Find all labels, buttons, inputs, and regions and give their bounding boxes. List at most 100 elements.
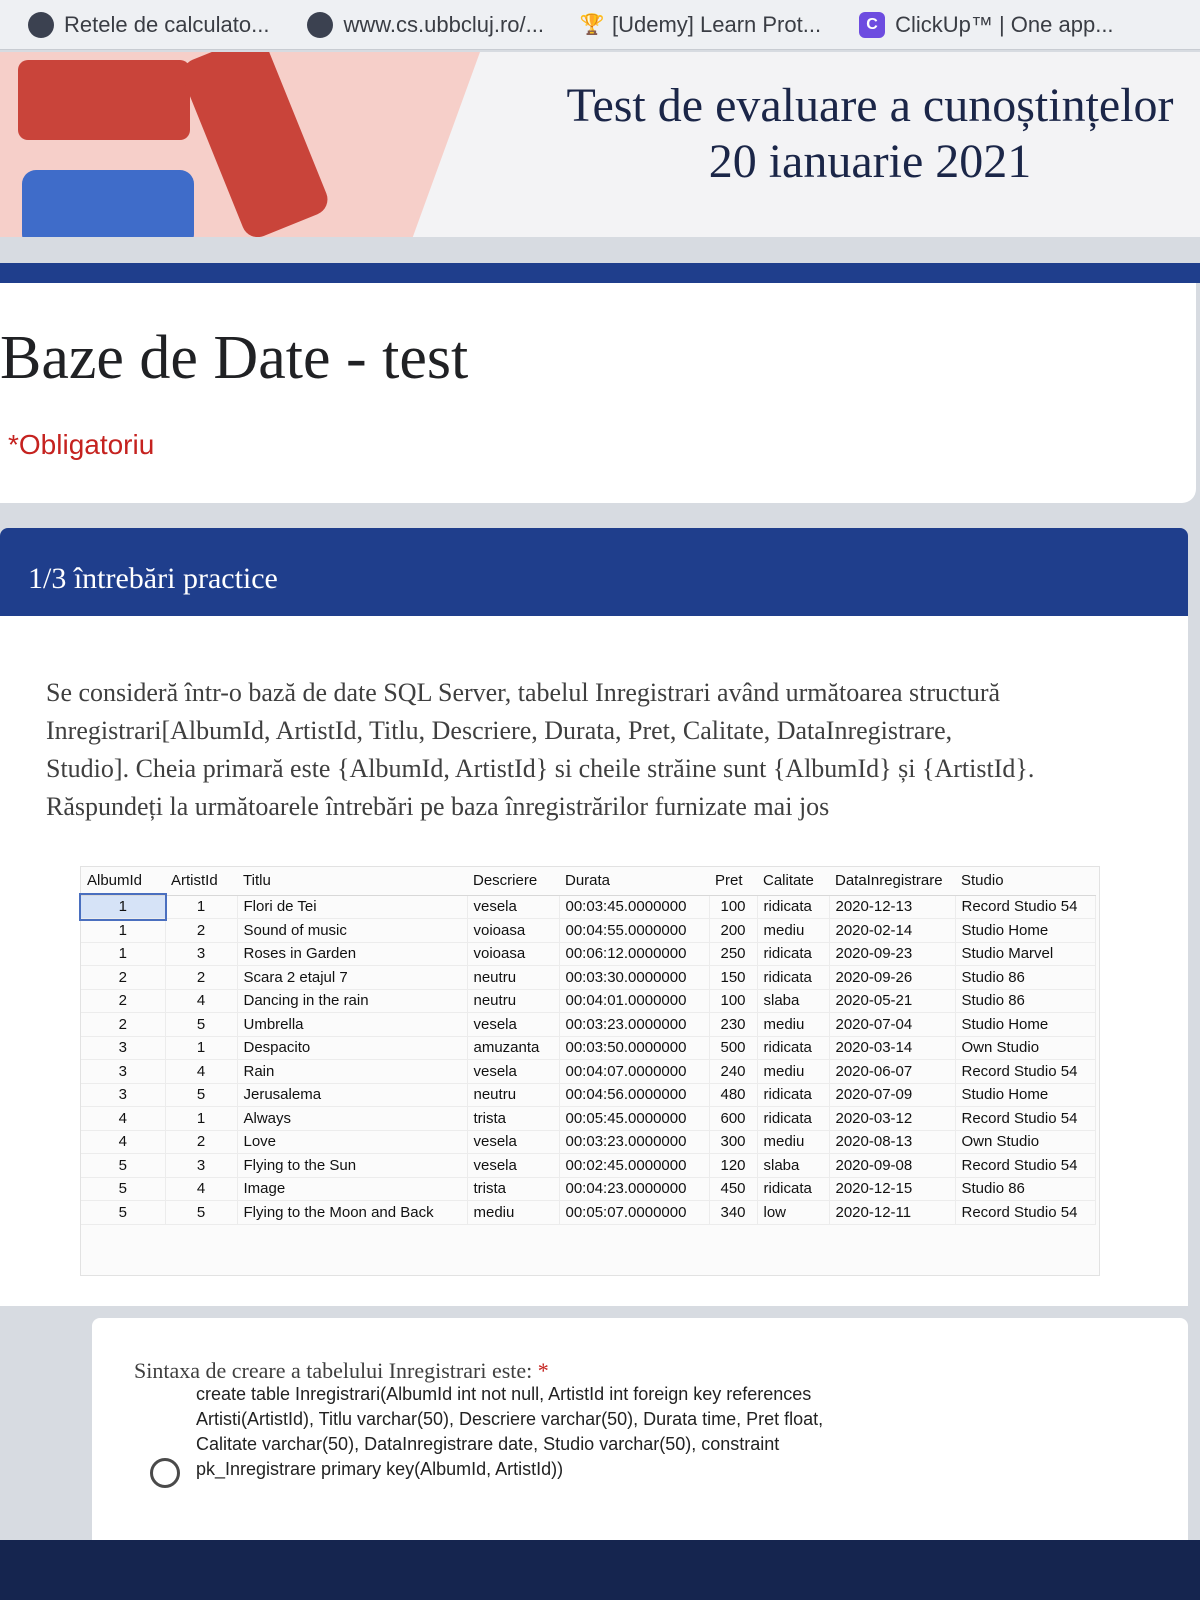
globe-icon: [28, 11, 54, 38]
table-cell-pret: 500: [709, 1036, 758, 1060]
table-header-row: AlbumId ArtistId Titlu Descriere Durata …: [81, 867, 1095, 896]
table-cell-titlu: Scara 2 etajul 7: [237, 965, 468, 990]
table-cell-calitate: ridicata: [757, 942, 830, 966]
table-row: 4 1 Always trista 00:05:45.0000000 600 ridicat…: [81, 1106, 1096, 1131]
table-cell-descriere: voioasa: [467, 942, 560, 966]
table-cell-studio: Studio Home: [955, 1012, 1096, 1037]
option-label[interactable]: create table Inregistrari(AlbumId int no…: [196, 1382, 976, 1482]
table-cell-durata: 00:03:50.0000000: [559, 1036, 710, 1060]
bookmark-clickup[interactable]: C ClickUp™ | One app...: [859, 11, 1114, 38]
table-cell-durata: 00:05:45.0000000: [559, 1106, 710, 1131]
table-cell-albumid: 1: [79, 893, 167, 921]
table-row: 3 5 Jerusalema neutru 00:04:56.0000000 480 rid…: [81, 1083, 1096, 1107]
form-accent-bar: [0, 263, 1200, 283]
bookmark-cs-ubbcluj[interactable]: www.cs.ubbcluj.ro/...: [307, 11, 544, 38]
table-cell-studio: Studio 86: [955, 965, 1096, 990]
table-cell-albumid: 2: [81, 965, 166, 990]
table-cell-albumid: 1: [81, 918, 166, 943]
table-cell-artistid: 4: [165, 1177, 238, 1201]
required-asterisk: *: [537, 1358, 549, 1383]
table-cell-calitate: mediu: [757, 1059, 830, 1084]
table-cell-pret: 200: [709, 918, 758, 943]
table-cell-titlu: Jerusalema: [237, 1083, 468, 1107]
screen-bezel: [0, 1540, 1200, 1600]
table-cell-titlu: Roses in Garden: [237, 942, 468, 966]
table-cell-calitate: mediu: [757, 1130, 830, 1154]
column-header: DataInregistrare: [829, 867, 955, 896]
table-cell-pret: 100: [709, 989, 758, 1013]
table-cell-studio: Studio Marvel: [955, 942, 1096, 966]
table-cell-calitate: low: [757, 1200, 830, 1225]
table-cell-pret: 230: [709, 1012, 758, 1037]
banner-title: Test de evaluare a cunoștințelor 20 ianu…: [560, 78, 1180, 190]
table-cell-durata: 00:03:23.0000000: [559, 1012, 710, 1037]
table-cell-descriere: vesela: [467, 1153, 560, 1178]
header-banner: Test de evaluare a cunoștințelor 20 ianu…: [0, 52, 1200, 237]
table-cell-studio: Studio 86: [955, 1177, 1096, 1201]
table-cell-pret: 600: [709, 1106, 758, 1131]
column-header: AlbumId: [81, 867, 165, 896]
table-row: 5 3 Flying to the Sun vesela 00:02:45.000000…: [81, 1153, 1096, 1178]
table-cell-descriere: neutru: [467, 1083, 560, 1107]
trophy-icon: 🏆: [579, 14, 605, 36]
table-cell-titlu: Dancing in the rain: [237, 989, 468, 1013]
table-cell-studio: Own Studio: [955, 1130, 1096, 1154]
table-cell-pret: 150: [709, 965, 758, 990]
table-cell-titlu: Always: [237, 1106, 468, 1131]
table-cell-datainregistrare: 2020-09-08: [829, 1153, 956, 1178]
description-line: Se consideră într-o bază de date SQL Ser…: [46, 678, 1001, 707]
table-cell-durata: 00:04:56.0000000: [559, 1083, 710, 1107]
option-line: Calitate varchar(50), DataInregistrare d…: [196, 1434, 780, 1454]
option-line: Artisti(ArtistId), Titlu varchar(50), De…: [196, 1409, 824, 1429]
description-line: Inregistrari[AlbumId, ArtistId, Titlu, D…: [46, 716, 953, 745]
inregistrari-table: AlbumId ArtistId Titlu Descriere Durata …: [79, 867, 1096, 1225]
table-row: 2 2 Scara 2 etajul 7 neutru 00:03:30.0000000…: [81, 965, 1096, 990]
bookmark-label: ClickUp™ | One app...: [895, 11, 1114, 37]
table-cell-durata: 00:04:07.0000000: [559, 1059, 710, 1084]
table-cell-artistid: 1: [165, 895, 238, 919]
table-cell-descriere: neutru: [467, 965, 560, 990]
table-row: 1 2 Sound of music voioasa 00:04:55.0000000 2…: [81, 918, 1096, 943]
bookmark-retele[interactable]: Retele de calculato...: [28, 11, 270, 38]
table-row: 1 3 Roses in Garden voioasa 00:06:12.0000000…: [81, 942, 1096, 966]
table-cell-datainregistrare: 2020-03-12: [829, 1106, 956, 1131]
table-cell-calitate: ridicata: [757, 1106, 830, 1131]
form-title: Baze de Date - test: [0, 324, 469, 392]
option-radio-button[interactable]: [150, 1458, 180, 1488]
table-cell-artistid: 2: [165, 965, 238, 990]
bookmark-udemy[interactable]: 🏆 [Udemy] Learn Prot...: [579, 12, 822, 38]
table-cell-titlu: Sound of music: [237, 918, 468, 943]
required-note: *Obligatoriu: [8, 429, 155, 460]
clickup-icon: C: [859, 11, 886, 38]
table-cell-artistid: 5: [165, 1200, 238, 1225]
table-cell-calitate: ridicata: [757, 1083, 830, 1107]
table-cell-artistid: 5: [165, 1083, 238, 1107]
table-cell-pret: 300: [709, 1130, 758, 1154]
table-row: 2 4 Dancing in the rain neutru 00:04:01.0000…: [81, 989, 1096, 1013]
table-cell-descriere: neutru: [467, 989, 560, 1013]
table-cell-pret: 480: [709, 1083, 758, 1107]
database-cylinder-icon: [18, 60, 190, 140]
question-title: Sintaxa de creare a tabelului Inregistra…: [134, 1358, 549, 1384]
table-cell-calitate: slaba: [757, 989, 830, 1013]
question-text: Sintaxa de creare a tabelului Inregistra…: [134, 1358, 533, 1383]
table-cell-descriere: vesela: [467, 1012, 560, 1037]
table-cell-artistid: 2: [165, 1130, 238, 1154]
column-header: Titlu: [237, 867, 467, 896]
column-header: Studio: [955, 867, 1095, 896]
table-cell-calitate: ridicata: [757, 965, 830, 990]
table-cell-albumid: 3: [81, 1036, 166, 1060]
banner-title-line2: 20 ianuarie 2021: [708, 135, 1032, 188]
table-cell-albumid: 2: [81, 1012, 166, 1037]
column-header: Pret: [709, 867, 757, 896]
description-line: Studio]. Cheia primară este {AlbumId, Ar…: [46, 754, 1035, 783]
table-cell-artistid: 3: [165, 1153, 238, 1178]
table-cell-studio: Record Studio 54: [955, 1059, 1096, 1084]
bookmark-label: Retele de calculato...: [64, 11, 270, 37]
table-cell-albumid: 5: [81, 1177, 166, 1201]
table-cell-titlu: Despacito: [237, 1036, 468, 1060]
table-cell-albumid: 5: [81, 1200, 166, 1225]
table-cell-descriere: trista: [467, 1177, 560, 1201]
table-cell-studio: Record Studio 54: [955, 1200, 1096, 1225]
table-cell-calitate: mediu: [757, 918, 830, 943]
